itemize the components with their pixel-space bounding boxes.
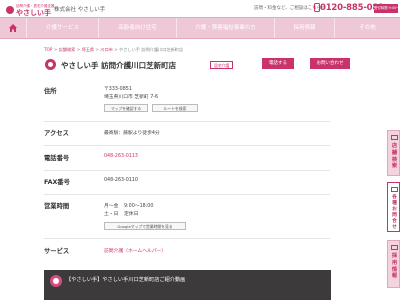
access-label: アクセス <box>44 130 69 137</box>
home-button[interactable] <box>0 18 26 38</box>
nav-item-other[interactable]: その他 <box>334 18 400 38</box>
logo-mark-icon <box>6 6 14 14</box>
divider <box>44 238 330 239</box>
nav-item-care-services[interactable]: 介護サービス <box>26 18 98 38</box>
reception-hours-badge: 受付時間 9:00〜18:00 <box>374 4 398 13</box>
store-title-icon <box>45 59 56 70</box>
channel-avatar-icon <box>50 275 62 287</box>
nav-item-business[interactable]: 介護・障害福祉事業の方 <box>176 18 274 38</box>
site-logo[interactable]: 訪問介護・居宅介護支援 やさしい手 <box>6 3 55 17</box>
side-tab-store-search[interactable]: 店舗検索 <box>387 130 400 176</box>
route-button[interactable]: ルートを検索 <box>152 104 198 112</box>
briefcase-icon <box>391 245 398 250</box>
intro-video[interactable]: 【やさしい手】やさしい手川口芝新町店ご紹介動画 <box>44 270 331 300</box>
divider <box>44 145 330 146</box>
nav-item-recruit[interactable]: 採用情報 <box>274 18 334 38</box>
divider <box>44 121 330 122</box>
breadcrumb-city[interactable]: 川口市 <box>100 47 113 52</box>
main-nav: 介護サービス 高齢者向け住宅 介護・障害福祉事業の方 採用情報 その他 <box>0 17 400 39</box>
side-tab-contact[interactable]: 各種お問合せ <box>387 182 400 232</box>
side-tab-recruit[interactable]: 採用情報 <box>387 240 400 288</box>
map-button[interactable]: マップを確認する <box>104 104 148 112</box>
site-header: 訪問介護・居宅介護支援 やさしい手 株式会社 やさしい手 訪問・料金など、ご相談… <box>0 0 400 17</box>
fax-value: 048-263-0110 <box>104 178 138 183</box>
side-tab-label: 店舗検索 <box>391 143 398 170</box>
service-tag: 居宅介護 <box>210 61 234 69</box>
service-label: サービス <box>44 248 70 255</box>
company-name: 株式会社 やさしい手 <box>54 7 106 13</box>
contact-button[interactable]: お問い合わせ <box>310 58 350 69</box>
tel-link[interactable]: 048-263-0113 <box>104 154 138 159</box>
closed-label: 定休日 <box>124 212 139 217</box>
tel-label: 電話番号 <box>44 155 70 162</box>
hours-days: 月〜金 <box>104 204 119 209</box>
hours-time: 9:00〜18:00 <box>124 204 154 209</box>
call-button[interactable]: 電話する <box>262 58 294 69</box>
page-title: やさしい手 訪問介護川口芝新町店 <box>61 61 177 70</box>
postal-code: 〒333-0851 <box>104 87 132 92</box>
breadcrumb-store-search[interactable]: 店舗検索 <box>59 47 76 52</box>
address-value: 埼玉県川口市 芝新町 7-6 <box>104 95 159 100</box>
hours-label: 営業時間 <box>44 203 70 210</box>
breadcrumb: TOP > 店舗検索 > 埼玉県 > 川口市 > やさしい手 訪問介護川口芝新町… <box>44 47 184 52</box>
side-tab-label: 採用情報 <box>391 253 398 280</box>
google-map-hours-button[interactable]: Googleマップで営業時間を見る <box>104 222 186 230</box>
mail-icon <box>391 187 398 192</box>
fax-label: FAX番号 <box>44 179 70 186</box>
closed-days: 土・日 <box>104 212 119 217</box>
side-tab-label: 各種お問合せ <box>392 195 397 231</box>
breadcrumb-top[interactable]: TOP <box>44 47 52 52</box>
access-value: 最寄駅：蕨駅より徒歩4分 <box>104 131 160 136</box>
address-label: 住所 <box>44 88 57 95</box>
nav-item-senior-housing[interactable]: 高齢者向け住宅 <box>98 18 176 38</box>
breadcrumb-prefecture[interactable]: 埼玉県 <box>82 47 95 52</box>
video-title[interactable]: 【やさしい手】やさしい手川口芝新町店ご紹介動画 <box>66 276 185 283</box>
home-icon <box>9 24 17 32</box>
divider <box>44 194 330 195</box>
breadcrumb-current: やさしい手 訪問介護川口芝新町店 <box>119 47 184 52</box>
divider <box>44 170 330 171</box>
search-icon <box>391 135 398 140</box>
service-link[interactable]: 訪問介護（ホームヘルパー） <box>104 247 166 254</box>
